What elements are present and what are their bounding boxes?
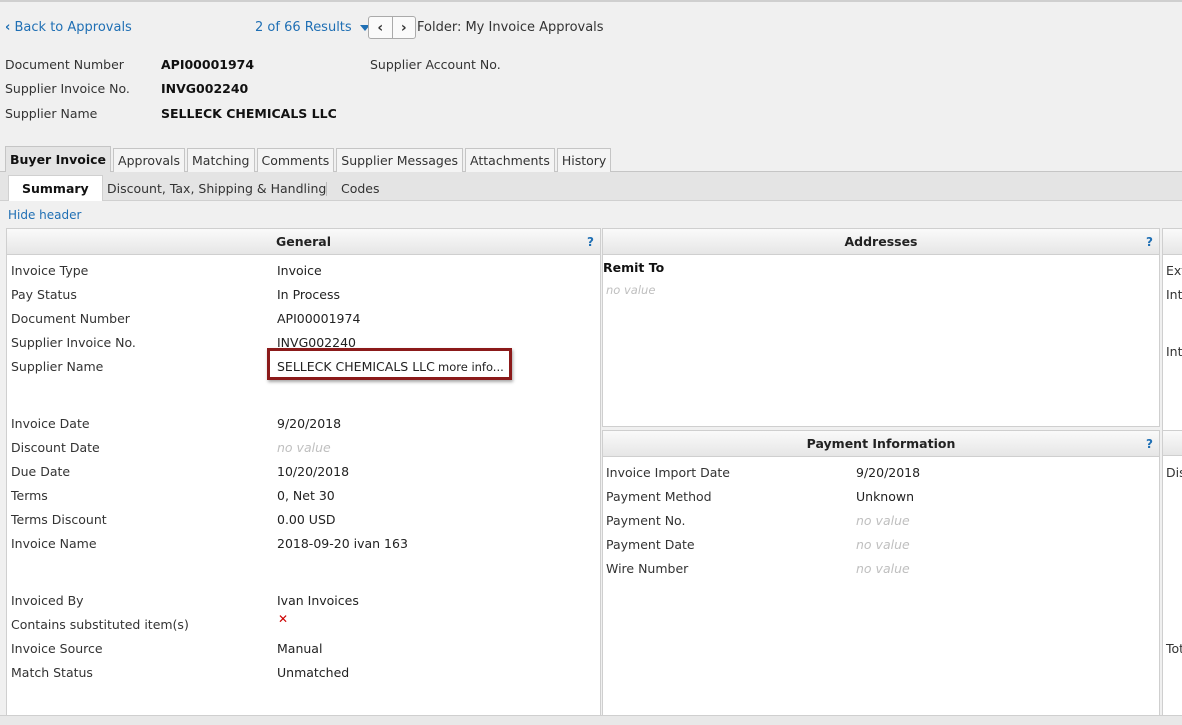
remit-to-value: no value [606,283,656,297]
payment-date-label: Payment Date [606,537,695,552]
import-date-value: 9/20/2018 [856,465,921,480]
prev-next-buttons: ‹ › [368,16,416,39]
subtab-discount-tax-shipping[interactable]: Discount, Tax, Shipping & Handling [107,175,326,201]
tab-history[interactable]: History [556,148,612,172]
results-dropdown[interactable]: 2 of 66 Results [255,20,370,35]
import-date-label: Invoice Import Date [606,465,730,480]
tab-matching[interactable]: Matching [187,148,255,172]
chevron-right-icon: › [400,19,407,36]
payment-title: Payment Information [806,436,956,451]
sub-tabs: Summary Discount, Tax, Shipping & Handli… [0,172,1182,201]
supplier-invoice-value: INVG002240 [161,81,249,96]
invoice-source-label: Invoice Source [11,641,103,656]
due-date-value: 10/20/2018 [277,464,350,479]
top-border [0,0,1182,2]
wire-number-value: no value [856,561,910,576]
tab-attachments[interactable]: Attachments [465,148,555,172]
subtab-summary[interactable]: Summary [8,175,103,201]
right-partial-inte-2: Inte [1166,344,1182,359]
subtab-separator [326,182,327,196]
supplier-name-value: SELLECK CHEMICALS LLC [161,106,337,121]
addresses-panel: Addresses ? [602,228,1160,427]
right-partial-tot: Tot [1166,641,1182,656]
back-to-approvals-link[interactable]: ‹ Back to Approvals [5,20,132,35]
payment-no-value: no value [856,513,910,528]
payment-method-value: Unknown [856,489,915,504]
document-number-label: Document Number [5,57,124,72]
next-result-button[interactable]: › [391,17,416,38]
payment-date-value: no value [856,537,910,552]
terms-discount-label: Terms Discount [11,512,107,527]
tab-approvals[interactable]: Approvals [113,148,186,172]
invoice-type-value: Invoice [277,263,322,278]
back-label: Back to Approvals [14,20,132,35]
hide-header-link[interactable]: Hide header [8,208,81,222]
payment-no-label: Payment No. [606,513,686,528]
invoice-name-value: 2018-09-20 ivan 163 [277,536,408,551]
bottom-bar [0,715,1182,725]
doc-number-label: Document Number [11,311,130,326]
remit-to-label: Remit To [603,260,665,275]
tab-comments[interactable]: Comments [256,148,335,172]
invoice-date-value: 9/20/2018 [277,416,342,431]
chevron-left-icon: ‹ [377,19,384,36]
right-panel-header-lower [1163,430,1182,456]
invoiced-by-label: Invoiced By [11,593,84,608]
pay-status-value: In Process [277,287,341,302]
terms-discount-value: 0.00 USD [277,512,336,527]
right-partial-dis: Dis [1166,465,1182,480]
match-status-label: Match Status [11,665,93,680]
folder-label: Folder: My Invoice Approvals [417,20,604,35]
addresses-panel-header: Addresses ? [603,229,1159,255]
right-panel-header [1163,229,1182,255]
supplier-name-highlight-box [267,348,512,380]
wire-number-label: Wire Number [606,561,689,576]
terms-value: 0, Net 30 [277,488,335,503]
substituted-items-label: Contains substituted item(s) [11,617,189,632]
general-panel-header: General ? [7,229,600,255]
tab-supplier-messages[interactable]: Supplier Messages [336,148,464,172]
main-tabs: Buyer Invoice Approvals Matching Comment… [5,146,613,172]
invoice-name-label: Invoice Name [11,536,97,551]
right-partial-ext: Ext [1166,263,1182,278]
doc-number-value: API00001974 [277,311,361,326]
tab-buyer-invoice[interactable]: Buyer Invoice [5,146,112,172]
general-supplier-name-label: Supplier Name [11,359,104,374]
chevron-left-icon: ‹ [5,20,11,35]
supplier-invoice-no-label: Supplier Invoice No. [11,335,136,350]
close-icon: ✕ [278,612,289,626]
help-icon[interactable]: ? [587,229,594,255]
supplier-account-label: Supplier Account No. [370,57,501,72]
supplier-invoice-label: Supplier Invoice No. [5,81,130,96]
invoice-date-label: Invoice Date [11,416,90,431]
document-number-value: API00001974 [161,57,255,72]
results-label: 2 of 66 Results [255,20,352,35]
general-title: General [276,234,331,249]
payment-panel-header: Payment Information ? [603,431,1159,457]
discount-date-value: no value [277,440,331,455]
terms-label: Terms [11,488,48,503]
match-status-value: Unmatched [277,665,350,680]
help-icon[interactable]: ? [1146,229,1153,255]
previous-result-button[interactable]: ‹ [369,17,392,38]
pay-status-label: Pay Status [11,287,77,302]
help-icon[interactable]: ? [1146,431,1153,457]
invoice-source-value: Manual [277,641,323,656]
supplier-name-label: Supplier Name [5,106,98,121]
subtab-codes[interactable]: Codes [341,175,380,201]
invoiced-by-value: Ivan Invoices [277,593,359,608]
right-partial-inte-1: Inte [1166,287,1182,302]
due-date-label: Due Date [11,464,71,479]
discount-date-label: Discount Date [11,440,100,455]
addresses-title: Addresses [844,234,918,249]
payment-method-label: Payment Method [606,489,712,504]
invoice-type-label: Invoice Type [11,263,89,278]
